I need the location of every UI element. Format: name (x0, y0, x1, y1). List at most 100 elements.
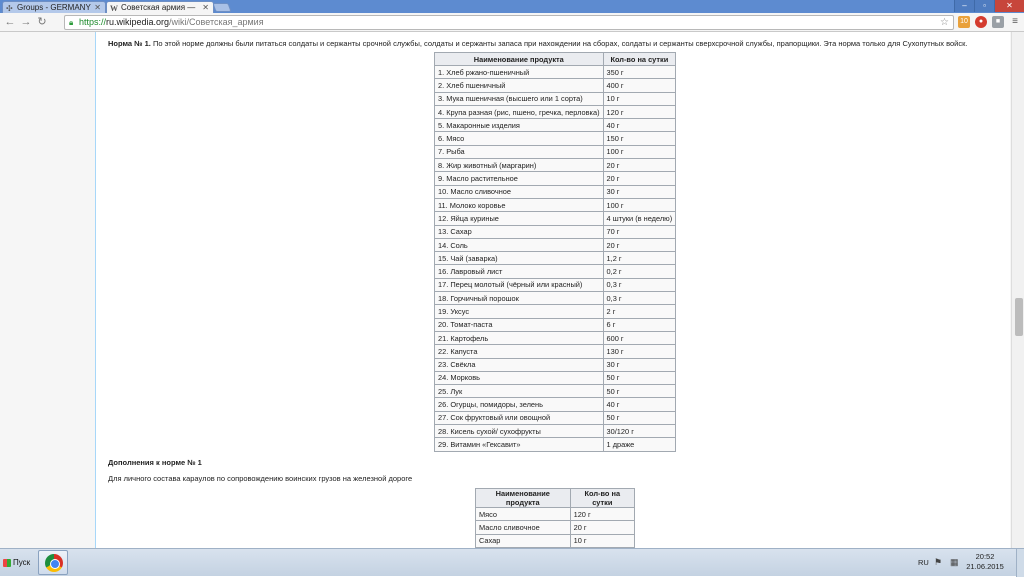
table-row: Мясо 120 г (475, 506, 636, 522)
norm-intro-paragraph: Норма № 1. По этой норме должны были пит… (108, 39, 967, 48)
quantity-cell: 120 г (602, 104, 677, 120)
quantity-cell: 2 г (602, 304, 677, 319)
product-name-cell: 16. Лавровый лист (434, 264, 604, 279)
table-header-row: Наименование продукта Кол-во на сутки (434, 52, 677, 66)
product-name-cell: 13. Сахар (434, 224, 604, 239)
column-header-quantity[interactable]: Кол-во на сутки (569, 488, 636, 508)
table-row: 4. Крупа разная (рис, пшено, гречка, пер… (434, 104, 677, 120)
quantity-cell: 20 г (602, 171, 677, 186)
product-name-cell: 2. Хлеб пшеничный (434, 78, 604, 93)
window-controls: ‒ ▫ ✕ (954, 0, 1024, 12)
system-clock[interactable]: 20:52 21.06.2015 (965, 552, 1005, 572)
tab-sovetskaya-armiya[interactable]: W Советская армия — ✕ (106, 1, 214, 13)
product-name-cell: 28. Кисель сухой/ сухофрукты (434, 424, 604, 439)
quantity-cell: 400 г (602, 78, 677, 93)
table-row: 25. Лук 50 г (434, 384, 677, 399)
url-path: /wiki/Советская_армия (169, 17, 264, 27)
column-header-quantity[interactable]: Кол-во на сутки (602, 52, 677, 66)
product-name-cell: 18. Горчичный порошок (434, 291, 604, 306)
quantity-cell: 1 драже (602, 437, 677, 452)
reload-icon[interactable]: ↻ (36, 16, 48, 28)
table-row: 21. Картофель 600 г (434, 330, 677, 346)
network-icon[interactable]: ▦ (950, 557, 961, 567)
table-row: 27. Сок фруктовый или овощной 50 г (434, 410, 677, 426)
table-row: 12. Яйца куриные 4 штуки (в неделю) (434, 211, 677, 226)
chrome-taskbar-button[interactable] (38, 550, 68, 575)
quantity-cell: 0,3 г (602, 291, 677, 306)
page-viewport: Норма № 1. По этой норме должны были пит… (0, 32, 1024, 548)
product-name-cell: 4. Крупа разная (рис, пшено, гречка, пер… (434, 104, 604, 120)
scrollbar-thumb[interactable] (1015, 298, 1023, 336)
article-content: Норма № 1. По этой норме должны были пит… (95, 32, 1010, 548)
quantity-cell: 50 г (602, 410, 677, 426)
tab-label: Groups - GERMANY (17, 3, 91, 12)
table-row: 13. Сахар 70 г (434, 224, 677, 239)
quantity-cell: 20 г (569, 520, 636, 535)
start-button[interactable]: Пуск (2, 553, 36, 573)
show-desktop-button[interactable] (1016, 549, 1024, 577)
groups-icon: ✣ (6, 4, 13, 13)
flag-icon[interactable]: ⚑ (934, 557, 945, 567)
quantity-cell: 1,2 г (602, 251, 677, 266)
close-window-icon[interactable]: ✕ (994, 0, 1024, 12)
tab-groups-germany[interactable]: ✣ Groups - GERMANY ✕ (2, 1, 106, 13)
product-name-cell: 27. Сок фруктовый или овощной (434, 410, 604, 426)
quantity-cell: 50 г (602, 370, 677, 386)
product-name-cell: 7. Рыба (434, 144, 604, 160)
table-row: 14. Соль 20 г (434, 237, 677, 253)
chrome-icon (45, 554, 63, 572)
bookmark-star-icon[interactable]: ☆ (940, 16, 949, 29)
product-name-cell: 20. Томат-паста (434, 317, 604, 332)
quantity-cell: 10 г (602, 91, 677, 106)
product-name-cell: 15. Чай (заварка) (434, 251, 604, 266)
column-header-product[interactable]: Наименование продукта (434, 52, 604, 66)
table-row: 3. Мука пшеничная (высшего или 1 сорта) 1… (434, 91, 677, 106)
maximize-icon[interactable]: ▫ (974, 0, 994, 12)
product-name-cell: 26. Огурцы, помидоры, зелень (434, 397, 604, 412)
minimize-icon[interactable]: ‒ (954, 0, 974, 12)
table-row: 5. Макаронные изделия 40 г (434, 118, 677, 133)
extension-icon[interactable]: ■ (992, 16, 1004, 28)
tab-strip: ✣ Groups - GERMANY ✕ W Советская армия —… (0, 0, 1024, 13)
close-tab-icon[interactable]: ✕ (94, 2, 101, 13)
quantity-cell: 20 г (602, 237, 677, 253)
table-row: 15. Чай (заварка) 1,2 г (434, 251, 677, 266)
product-name-cell: 8. Жир животный (маргарин) (434, 158, 604, 173)
language-indicator[interactable]: RU (918, 558, 929, 567)
quantity-cell: 20 г (602, 158, 677, 173)
quantity-cell: 150 г (602, 131, 677, 146)
column-header-product[interactable]: Наименование продукта (475, 488, 571, 508)
quantity-cell: 40 г (602, 118, 677, 133)
url-protocol: https:// (79, 17, 107, 27)
address-bar[interactable]: 🔒︎ https://ru.wikipedia.org/wiki/Советск… (64, 15, 954, 30)
product-name-cell: 17. Перец молотый (чёрный или красный) (434, 277, 604, 293)
quantity-cell: 70 г (602, 224, 677, 239)
menu-icon[interactable]: ≡ (1009, 16, 1021, 28)
product-name-cell: 22. Капуста (434, 344, 604, 359)
quantity-cell: 600 г (602, 330, 677, 346)
quantity-cell: 30 г (602, 357, 677, 372)
table-row: Масло сливочное 20 г (475, 520, 636, 535)
table-row: 20. Томат-паста 6 г (434, 317, 677, 332)
new-tab-button[interactable] (212, 3, 232, 12)
page-scrollbar[interactable] (1011, 32, 1024, 548)
close-tab-icon[interactable]: ✕ (202, 2, 209, 13)
table-row: 24. Морковь 50 г (434, 370, 677, 386)
table-row: 11. Молоко коровье 100 г (434, 197, 677, 213)
addendum-text: Для личного состава караулов по сопровож… (108, 474, 413, 483)
adblock-icon[interactable]: ● (975, 16, 987, 28)
lock-icon: 🔒︎ (69, 18, 74, 27)
norm-title: Норма № 1. (108, 39, 151, 48)
extension-badge-icon[interactable]: 10 (958, 16, 970, 28)
table-row: 10. Масло сливочное 30 г (434, 184, 677, 199)
forward-arrow-icon[interactable]: → (20, 16, 32, 28)
back-arrow-icon[interactable]: ← (4, 16, 16, 28)
table-row: 19. Уксус 2 г (434, 304, 677, 319)
quantity-cell: 130 г (602, 344, 677, 359)
quantity-cell: 0,2 г (602, 264, 677, 279)
quantity-cell: 50 г (602, 384, 677, 399)
table-row: 17. Перец молотый (чёрный или красный) 0,… (434, 277, 677, 293)
wikipedia-icon: W (110, 4, 118, 13)
product-name-cell: 12. Яйца куриные (434, 211, 604, 226)
product-name-cell: 23. Свёкла (434, 357, 604, 372)
